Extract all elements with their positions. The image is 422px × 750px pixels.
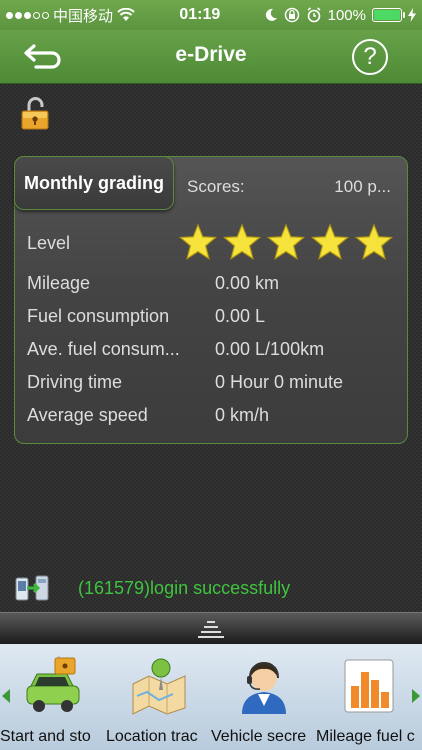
alarm-icon [307, 7, 321, 23]
nav-bar: e-Drive ? [0, 30, 422, 84]
average-speed-label: Average speed [27, 405, 148, 425]
drawer-handle-bar[interactable] [0, 612, 422, 644]
driving-time-label: Driving time [27, 372, 123, 392]
connection-icon [15, 575, 49, 601]
table-row: Ave. fuel consum... 0.00 L/100km [27, 339, 397, 369]
unlocked-padlock-icon[interactable] [20, 96, 50, 130]
battery-icon [372, 8, 405, 22]
wifi-icon [117, 8, 135, 21]
help-button[interactable]: ? [352, 39, 388, 75]
table-row: Mileage 0.00 km [27, 273, 397, 303]
table-row: Driving time 0 Hour 0 minute [27, 372, 397, 402]
toolbar-item-vehicle-secretary[interactable]: Vehicle secre [211, 652, 317, 748]
mileage-label: Mileage [27, 273, 91, 293]
status-message: (161579)login successfully [78, 578, 291, 598]
car-lock-icon [26, 656, 80, 712]
driving-time-value: 0 Hour 0 minute [215, 372, 344, 392]
mileage-value: 0.00 km [215, 273, 280, 293]
star-filled-icon [355, 223, 393, 260]
bottom-toolbar: Start and sto Location trac Vehicle secr… [0, 644, 422, 750]
charging-icon [408, 8, 416, 22]
star-filled-icon [267, 223, 305, 260]
star-filled-icon [223, 223, 261, 260]
clock: 01:19 [179, 6, 221, 23]
carrier-name: 中国移动 [53, 7, 114, 25]
level-stars [179, 223, 393, 261]
star-filled-icon [179, 223, 217, 260]
battery-percent: 100% [327, 6, 366, 24]
toolbar-item-mileage-fuel[interactable]: Mileage fuel c [316, 652, 422, 748]
toolbar-item-location-tracking[interactable]: Location trac [106, 652, 212, 748]
grading-card: Monthly grading Scores: 100 p... Level M… [14, 156, 408, 444]
scores-label: Scores: [187, 177, 245, 196]
signal-strength-icon [6, 11, 49, 19]
moon-icon [265, 8, 277, 21]
fuel-consumption-value: 0.00 L [215, 306, 266, 326]
status-bar: 中国移动 01:19 100% [0, 0, 422, 30]
toolbar-label: Vehicle secre [211, 728, 307, 745]
avg-fuel-consumption-label: Ave. fuel consum... [27, 339, 180, 359]
avg-fuel-consumption-value: 0.00 L/100km [215, 339, 325, 359]
tab-monthly-grading[interactable]: Monthly grading [14, 156, 174, 210]
toolbar-item-start-stop[interactable]: Start and sto [0, 652, 106, 748]
toolbar-label: Location trac [106, 728, 198, 745]
drawer-handle-icon[interactable] [198, 619, 224, 639]
average-speed-value: 0 km/h [215, 405, 270, 425]
table-row: Fuel consumption 0.00 L [27, 306, 397, 336]
star-filled-icon [311, 223, 349, 260]
map-pin-icon [132, 658, 186, 715]
scores-value: 100 p... [334, 177, 391, 196]
table-row: Average speed 0 km/h [27, 405, 397, 435]
main-content: Monthly grading Scores: 100 p... Level M… [0, 84, 422, 612]
fuel-consumption-label: Fuel consumption [27, 306, 170, 326]
connection-status: (161579)login successfully [14, 570, 414, 604]
secretary-icon [242, 662, 286, 714]
toolbar-label: Mileage fuel c [316, 728, 415, 745]
rotation-lock-icon [284, 7, 299, 23]
toolbar-label: Start and sto [0, 728, 91, 745]
bar-chart-icon [344, 659, 394, 713]
